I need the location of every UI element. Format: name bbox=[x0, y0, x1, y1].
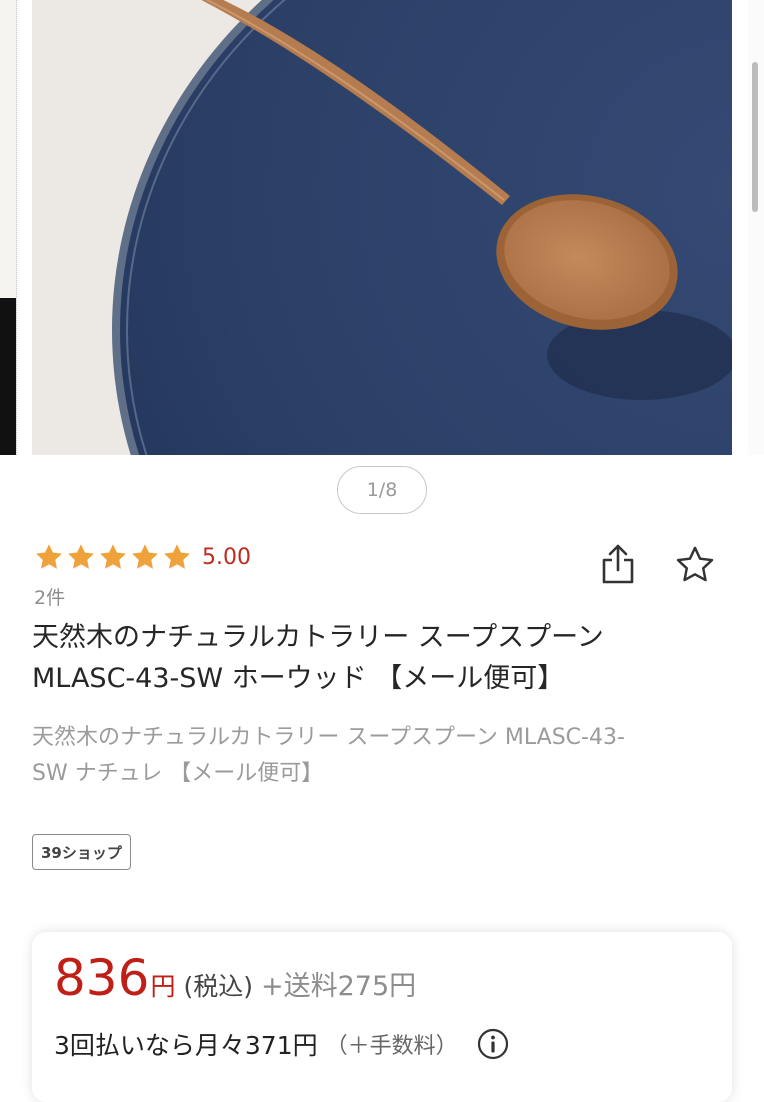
shop-badge: 39ショップ bbox=[32, 834, 131, 870]
product-title: 天然木のナチュラルカトラリー スープスプーン MLASC-43-SW ホーウッド… bbox=[32, 617, 732, 699]
scrollbar-thumb[interactable] bbox=[752, 62, 758, 212]
rating[interactable]: 5.00 bbox=[34, 542, 251, 572]
previous-slide-edge bbox=[0, 0, 17, 455]
share-icon[interactable] bbox=[598, 542, 638, 586]
price-tax-label: (税込) bbox=[183, 972, 253, 1001]
price-card: 836 円 (税込) +送料275円 3回払いなら月々371円 （＋手数料） bbox=[32, 932, 732, 1102]
price-currency: 円 bbox=[150, 972, 176, 1001]
star-icon bbox=[100, 544, 126, 569]
product-title-line-1: 天然木のナチュラルカトラリー スープスプーン bbox=[32, 622, 604, 653]
pager-text: 1/8 bbox=[366, 479, 398, 501]
review-count[interactable]: 2件 bbox=[34, 583, 65, 610]
price-line: 836 円 (税込) +送料275円 bbox=[54, 948, 416, 1008]
image-pager: 1/8 bbox=[337, 466, 427, 514]
star-icon bbox=[164, 544, 190, 569]
shop-badge-label: 39ショップ bbox=[41, 843, 122, 862]
product-photo-illustration bbox=[32, 0, 732, 455]
price-amount: 836 bbox=[54, 949, 150, 1007]
product-image[interactable] bbox=[32, 0, 732, 455]
installment-fee: （＋手数料） bbox=[325, 1034, 458, 1059]
star-outline-icon[interactable] bbox=[674, 544, 716, 586]
installment-row: 3回払いなら月々371円 （＋手数料） bbox=[54, 1026, 510, 1062]
info-icon[interactable] bbox=[476, 1027, 510, 1061]
star-icon bbox=[68, 544, 94, 569]
shipping-fee: +送料275円 bbox=[260, 971, 417, 1002]
product-subtitle-line-2: SW ナチュレ 【メール便可】 bbox=[32, 761, 324, 786]
star-icon bbox=[36, 544, 62, 569]
previous-slide-dark-area bbox=[0, 298, 16, 455]
product-subtitle: 天然木のナチュラルカトラリー スープスプーン MLASC-43- SW ナチュレ… bbox=[32, 720, 732, 792]
installment-text: 3回払いなら月々371円 bbox=[54, 1031, 318, 1060]
star-icon bbox=[132, 544, 158, 569]
product-subtitle-line-1: 天然木のナチュラルカトラリー スープスプーン MLASC-43- bbox=[32, 725, 625, 750]
product-title-line-2: MLASC-43-SW ホーウッド 【メール便可】 bbox=[32, 663, 565, 694]
rating-value: 5.00 bbox=[202, 544, 251, 570]
rating-stars bbox=[34, 542, 192, 572]
